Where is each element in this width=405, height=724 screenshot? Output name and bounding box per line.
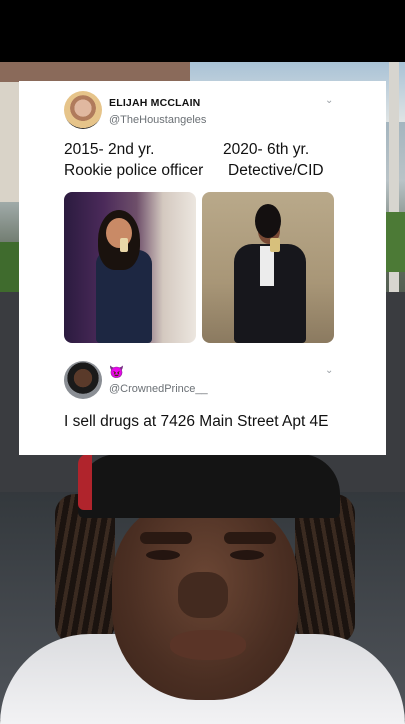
grass-right: [385, 212, 405, 272]
chevron-down-icon[interactable]: ⌄: [325, 95, 333, 106]
eyebrow-right: [224, 532, 276, 544]
author-name[interactable]: ELIJAH MCCLAIN: [109, 97, 200, 109]
author-handle[interactable]: @CrownedPrince__: [109, 383, 208, 395]
eyebrow-left: [140, 532, 192, 544]
lips: [170, 630, 246, 660]
tweet-screenshot-card: ELIJAH MCCLAIN @TheHoustangeles ⌄ 2015- …: [19, 81, 386, 455]
tweet-text-line: Detective/CID: [228, 162, 324, 179]
avatar[interactable]: [64, 91, 102, 129]
chevron-down-icon[interactable]: ⌄: [325, 365, 333, 376]
officer-figure: [92, 210, 154, 343]
devil-emoji-icon: 😈: [109, 365, 124, 379]
top-black-bar: [0, 0, 405, 62]
phone-icon: [120, 238, 128, 252]
nose: [178, 572, 228, 618]
beanie-red-accent: [78, 454, 92, 510]
tweet-text-line: Rookie police officer: [64, 162, 204, 179]
author-handle[interactable]: @TheHoustangeles: [109, 114, 206, 126]
person-video: [0, 454, 405, 724]
eye-left: [146, 550, 180, 560]
detective-figure: [230, 204, 310, 343]
tweet-text-line: 2015- 2nd yr.: [64, 141, 155, 158]
phone-icon: [270, 238, 280, 252]
eye-right: [230, 550, 264, 560]
tweet-text-line: 2020- 6th yr.: [223, 141, 310, 158]
tweet-photo-police-officer[interactable]: [64, 192, 196, 343]
beanie-hat: [78, 454, 340, 518]
avatar[interactable]: [64, 361, 102, 399]
tweet-text: I sell drugs at 7426 Main Street Apt 4E: [64, 413, 329, 430]
tweet-photo-detective[interactable]: [202, 192, 334, 343]
